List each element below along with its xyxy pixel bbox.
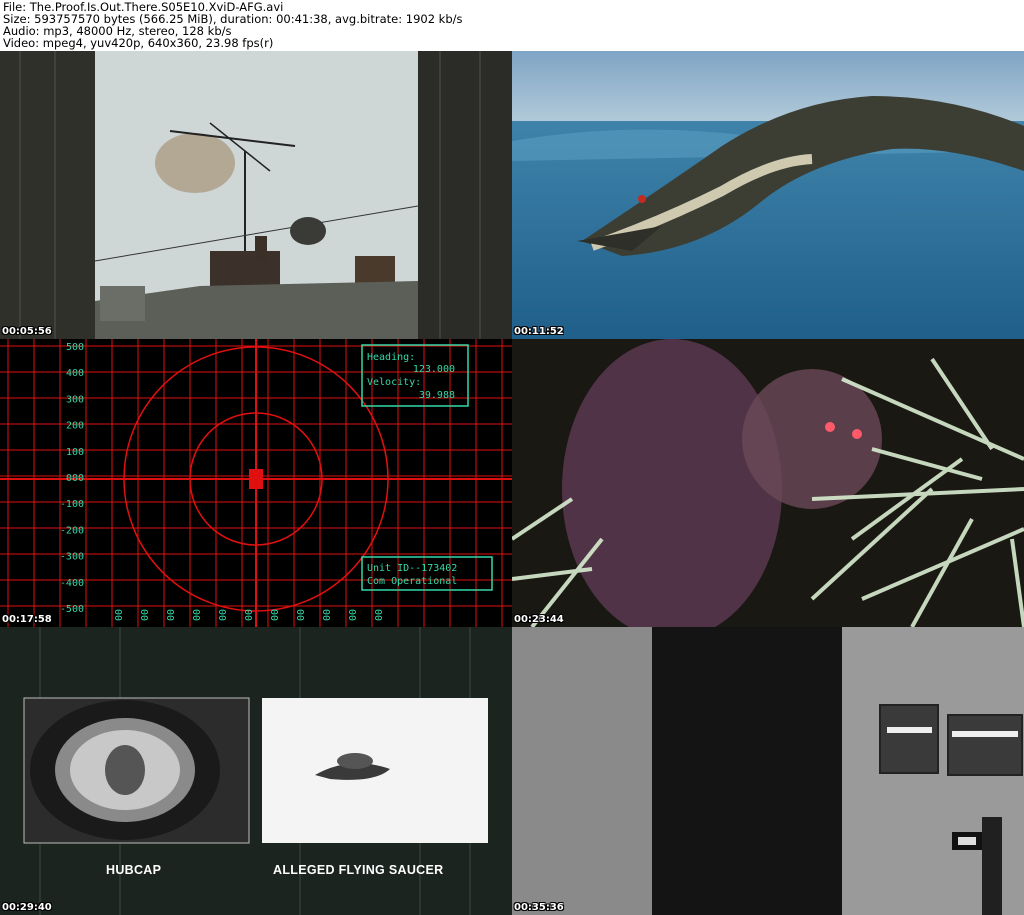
heading-value: 123.000 bbox=[413, 364, 455, 375]
x-tick-label: 00 bbox=[218, 609, 229, 621]
y-tick-label: 400 bbox=[66, 368, 84, 379]
timestamp: 00:29:40 bbox=[2, 902, 52, 913]
x-tick-label: 00 bbox=[348, 609, 359, 621]
velocity-label: Velocity: bbox=[367, 377, 421, 388]
sea-serpent-scene bbox=[512, 51, 1024, 339]
video-info: Video: mpeg4, yuv420p, 640x360, 23.98 fp… bbox=[3, 36, 274, 50]
com-status: Com Operational bbox=[367, 576, 457, 587]
thumbnail-creature: 00:23:44 bbox=[512, 339, 1024, 627]
x-tick-label: 00 bbox=[322, 609, 333, 621]
x-tick-label: 00 bbox=[192, 609, 203, 621]
x-tick-label: 00 bbox=[270, 609, 281, 621]
x-tick-label: 00 bbox=[114, 609, 125, 621]
timestamp: 00:05:56 bbox=[2, 326, 52, 337]
dark-room-scene bbox=[512, 627, 1024, 915]
x-tick-label: 00 bbox=[140, 609, 151, 621]
y-tick-label: 000 bbox=[66, 473, 84, 484]
y-tick-label: -200 bbox=[60, 525, 84, 536]
y-tick-label: -500 bbox=[60, 604, 84, 615]
thumbnail-sea-serpent: 00:11:52 bbox=[512, 51, 1024, 339]
y-tick-label: 200 bbox=[66, 421, 84, 432]
heading-label: Heading: bbox=[367, 352, 415, 363]
thumbnail-rooftop: 00:05:56 bbox=[0, 51, 512, 339]
rooftop-scene bbox=[0, 51, 512, 339]
velocity-value: 39.988 bbox=[419, 390, 455, 401]
radar-display: 500 400 300 200 100 000 -100 -200 -300 -400 -500 00… bbox=[0, 339, 512, 627]
saucer-caption: ALLEGED FLYING SAUCER bbox=[273, 863, 444, 877]
x-tick-label: 00 bbox=[374, 609, 385, 621]
thumbnail-radar: 500 400 300 200 100 000 -100 -200 -300 -400 -500 00… bbox=[0, 339, 512, 627]
target-blip bbox=[249, 469, 263, 489]
hubcap-caption: HUBCAP bbox=[106, 863, 162, 877]
timestamp: 00:17:58 bbox=[2, 614, 52, 625]
y-tick-label: -300 bbox=[60, 552, 84, 563]
y-tick-label: -100 bbox=[60, 499, 84, 510]
y-tick-label: -400 bbox=[60, 578, 84, 589]
thumbnail-hubcap-comparison: HUBCAP ALLEGED FLYING SAUCER 00:29:40 bbox=[0, 627, 512, 915]
creature-scene bbox=[512, 339, 1024, 627]
unit-id: Unit ID--173402 bbox=[367, 563, 457, 574]
y-tick-label: 500 bbox=[66, 342, 84, 353]
timestamp: 00:35:36 bbox=[514, 902, 564, 913]
timestamp: 00:11:52 bbox=[514, 326, 564, 337]
timestamp: 00:23:44 bbox=[514, 614, 564, 625]
y-tick-label: 100 bbox=[66, 447, 84, 458]
file-info-header: File: The.Proof.Is.Out.There.S05E10.XviD… bbox=[0, 0, 1024, 51]
x-tick-label: 00 bbox=[166, 609, 177, 621]
thumbnail-dark-room: 00:35:36 bbox=[512, 627, 1024, 915]
x-tick-label: 00 bbox=[244, 609, 255, 621]
x-tick-label: 00 bbox=[296, 609, 307, 621]
y-tick-label: 300 bbox=[66, 394, 84, 405]
